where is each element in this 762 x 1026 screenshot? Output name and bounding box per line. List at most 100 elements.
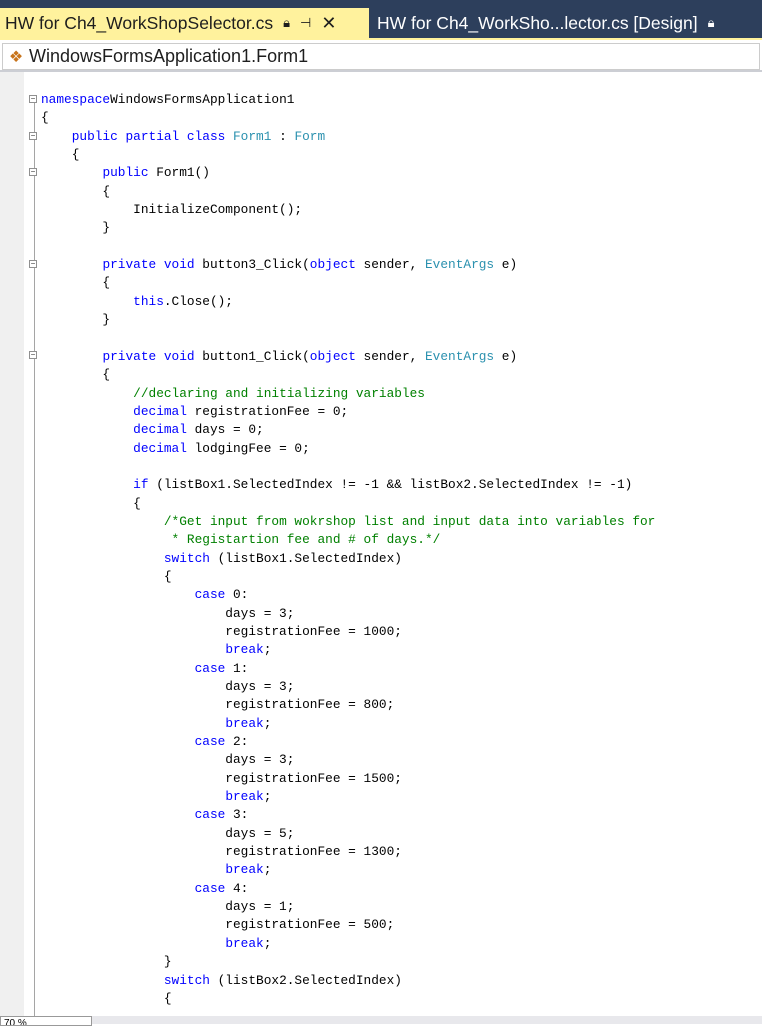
code-line: registrationFee = 500; [41, 916, 655, 934]
class-selector-value: WindowsFormsApplication1.Form1 [29, 46, 309, 66]
keyword-token: this [133, 293, 164, 309]
code-line: break; [41, 641, 655, 659]
code-line: } [41, 953, 655, 971]
pin-icon[interactable]: ⊣ [300, 15, 311, 31]
collapse-icon[interactable]: − [29, 132, 37, 140]
editor-status-bar [0, 1016, 762, 1024]
code-line: { [41, 495, 655, 513]
keyword-token: switch [163, 972, 210, 988]
tab-label: HW for Ch4_WorkSho...lector.cs [Design] [377, 12, 698, 33]
code-token: (listBox1.SelectedIndex) [209, 550, 402, 566]
collapse-icon[interactable]: − [29, 351, 37, 359]
code-line: days = 1; [41, 898, 655, 916]
collapse-icon[interactable]: − [29, 168, 37, 176]
close-icon[interactable]: ✕ [321, 13, 336, 34]
code-line: private void button3_Click(object sender… [41, 256, 655, 274]
lock-icon: 🔒︎ [283, 15, 291, 30]
tab-code-file[interactable]: HW for Ch4_WorkShopSelector.cs 🔒︎ ⊣ ✕ [0, 8, 369, 38]
keyword-token: break [225, 862, 264, 878]
keyword-token: case [194, 807, 226, 823]
class-selector-dropdown[interactable]: ❖ WindowsFormsApplication1.Form1 [2, 43, 760, 70]
keyword-token: break [225, 789, 264, 805]
code-token: days = 0; [186, 422, 264, 438]
code-line: InitializeComponent(); [41, 201, 655, 219]
code-line: { [41, 990, 655, 1008]
code-line: decimal lodgingFee = 0; [41, 440, 655, 458]
code-token: ; [263, 642, 272, 658]
comment-token: * Registartion fee and # of days.*/ [163, 532, 441, 548]
code-token: 3: [225, 807, 249, 823]
code-line: case 0: [41, 586, 655, 604]
code-token: } [41, 954, 172, 970]
code-token: { [41, 367, 111, 383]
code-line: case 2: [41, 733, 655, 751]
code-line: { [41, 146, 655, 164]
code-token: e) [494, 348, 518, 364]
code-line: break; [41, 788, 655, 806]
keyword-token: break [225, 935, 264, 951]
comment-token: //declaring and initializing variables [133, 385, 425, 401]
code-line: decimal days = 0; [41, 421, 655, 439]
keyword-token: break [225, 715, 264, 731]
code-token: days = 3; [41, 605, 295, 621]
keyword-token: decimal [133, 403, 187, 419]
code-line: registrationFee = 1000; [41, 623, 655, 641]
type-token: Form [294, 128, 326, 144]
code-editor[interactable]: namespaceWindowsFormsApplication1{ publi… [41, 91, 655, 1008]
tab-designer[interactable]: HW for Ch4_WorkSho...lector.cs [Design] … [372, 8, 715, 38]
code-token: sender, [355, 257, 425, 273]
code-token: WindowsFormsApplication1 [110, 92, 295, 107]
code-line: registrationFee = 800; [41, 696, 655, 714]
code-token: ; [263, 789, 272, 805]
type-token: Form1 [233, 128, 272, 144]
zoom-level-dropdown[interactable]: 70 % [0, 1016, 92, 1026]
code-line: { [41, 568, 655, 586]
code-token: e) [494, 257, 518, 273]
code-token: { [41, 495, 141, 511]
code-token: button3_Click( [202, 257, 310, 273]
code-line: { [41, 274, 655, 292]
code-token: days = 5; [41, 825, 295, 841]
code-line: switch (listBox1.SelectedIndex) [41, 550, 655, 568]
code-token: : [271, 128, 295, 144]
code-line: days = 3; [41, 751, 655, 769]
code-token: registrationFee = 1300; [41, 844, 402, 860]
code-token: { [41, 275, 111, 291]
document-tab-bar: HW for Ch4_WorkShopSelector.cs 🔒︎ ⊣ ✕ HW… [0, 0, 762, 38]
code-token: days = 1; [41, 899, 295, 915]
type-token: EventArgs [425, 348, 495, 364]
code-token: ; [263, 935, 272, 951]
keyword-token: case [194, 734, 226, 750]
code-token: button1_Click( [202, 348, 310, 364]
keyword-token: private void [102, 257, 203, 273]
code-line: registrationFee = 1300; [41, 843, 655, 861]
class-icon: ❖ [8, 48, 24, 66]
collapse-icon[interactable]: − [29, 260, 37, 268]
code-line: public Form1() [41, 164, 655, 182]
code-line: case 3: [41, 806, 655, 824]
code-line: registrationFee = 1500; [41, 770, 655, 788]
code-token: sender, [355, 348, 425, 364]
code-line: decimal registrationFee = 0; [41, 403, 655, 421]
code-line: case 4: [41, 880, 655, 898]
code-line: days = 3; [41, 678, 655, 696]
code-token: .Close(); [163, 293, 233, 309]
collapse-icon[interactable]: − [29, 95, 37, 103]
code-line: ​ [41, 458, 655, 476]
code-token: 1: [225, 660, 249, 676]
code-line: /*Get input from wokrshop list and input… [41, 513, 655, 531]
code-token: Form1() [156, 165, 210, 181]
code-token: } [41, 312, 111, 328]
